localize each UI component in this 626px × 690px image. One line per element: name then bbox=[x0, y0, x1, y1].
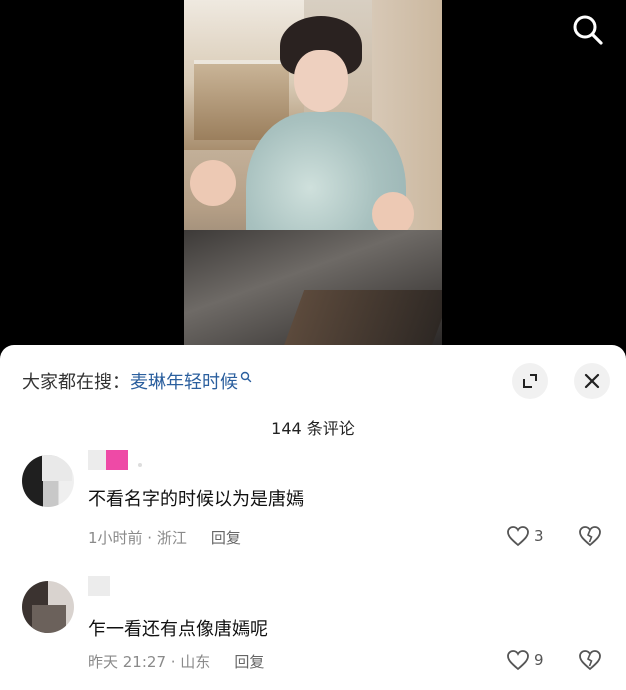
comment-meta: 昨天 21:27 · 山东 回复 bbox=[88, 651, 264, 672]
username-dot bbox=[138, 463, 142, 467]
comment-text: 不看名字的时候以为是唐嫣 bbox=[88, 489, 304, 510]
video-box-inner bbox=[283, 290, 442, 346]
video-frame[interactable] bbox=[184, 0, 442, 346]
comment-sheet: 大家都在搜： 麦琳年轻时候 144 条评论 不看名字的时候以为是唐嫣 1小时前 … bbox=[0, 345, 626, 690]
avatar[interactable] bbox=[22, 455, 74, 507]
comment-time-location: 1小时前 · 浙江 bbox=[88, 529, 187, 547]
username[interactable] bbox=[88, 575, 110, 597]
like-button[interactable]: 3 bbox=[506, 525, 544, 547]
video-player[interactable] bbox=[0, 0, 626, 360]
search-suggestion-term[interactable]: 麦琳年轻时候 bbox=[130, 368, 238, 394]
dislike-button[interactable] bbox=[578, 525, 602, 551]
video-person-face bbox=[294, 50, 348, 112]
heart-icon bbox=[507, 650, 529, 671]
comment-text: 乍一看还有点像唐嫣呢 bbox=[88, 619, 268, 640]
comment-time-location: 昨天 21:27 · 山东 bbox=[88, 653, 211, 671]
close-icon bbox=[584, 373, 600, 389]
username-redacted bbox=[88, 450, 106, 470]
comment-count: 144 条评论 bbox=[271, 419, 355, 438]
username-badge bbox=[106, 450, 128, 470]
heart-icon bbox=[507, 526, 529, 547]
avatar[interactable] bbox=[22, 581, 74, 633]
dislike-button[interactable] bbox=[578, 649, 602, 675]
username-redacted bbox=[88, 576, 110, 596]
broken-heart-icon bbox=[579, 650, 601, 671]
search-suggestion-prefix: 大家都在搜： bbox=[22, 372, 130, 393]
search-suggestion[interactable]: 大家都在搜： 麦琳年轻时候 bbox=[22, 369, 252, 393]
reply-button[interactable]: 回复 bbox=[211, 527, 241, 548]
search-icon bbox=[573, 15, 603, 45]
reply-button[interactable]: 回复 bbox=[234, 651, 264, 672]
like-button[interactable]: 9 bbox=[506, 649, 544, 671]
username[interactable] bbox=[88, 449, 142, 471]
expand-icon bbox=[523, 374, 537, 388]
close-button[interactable] bbox=[574, 363, 610, 399]
like-count: 9 bbox=[534, 651, 544, 669]
like-count: 3 bbox=[534, 527, 544, 545]
expand-button[interactable] bbox=[512, 363, 548, 399]
search-button[interactable] bbox=[568, 10, 608, 50]
comment-meta: 1小时前 · 浙江 回复 bbox=[88, 527, 241, 548]
broken-heart-icon bbox=[579, 526, 601, 547]
search-icon bbox=[240, 371, 252, 383]
video-person-fist-left bbox=[190, 160, 236, 206]
